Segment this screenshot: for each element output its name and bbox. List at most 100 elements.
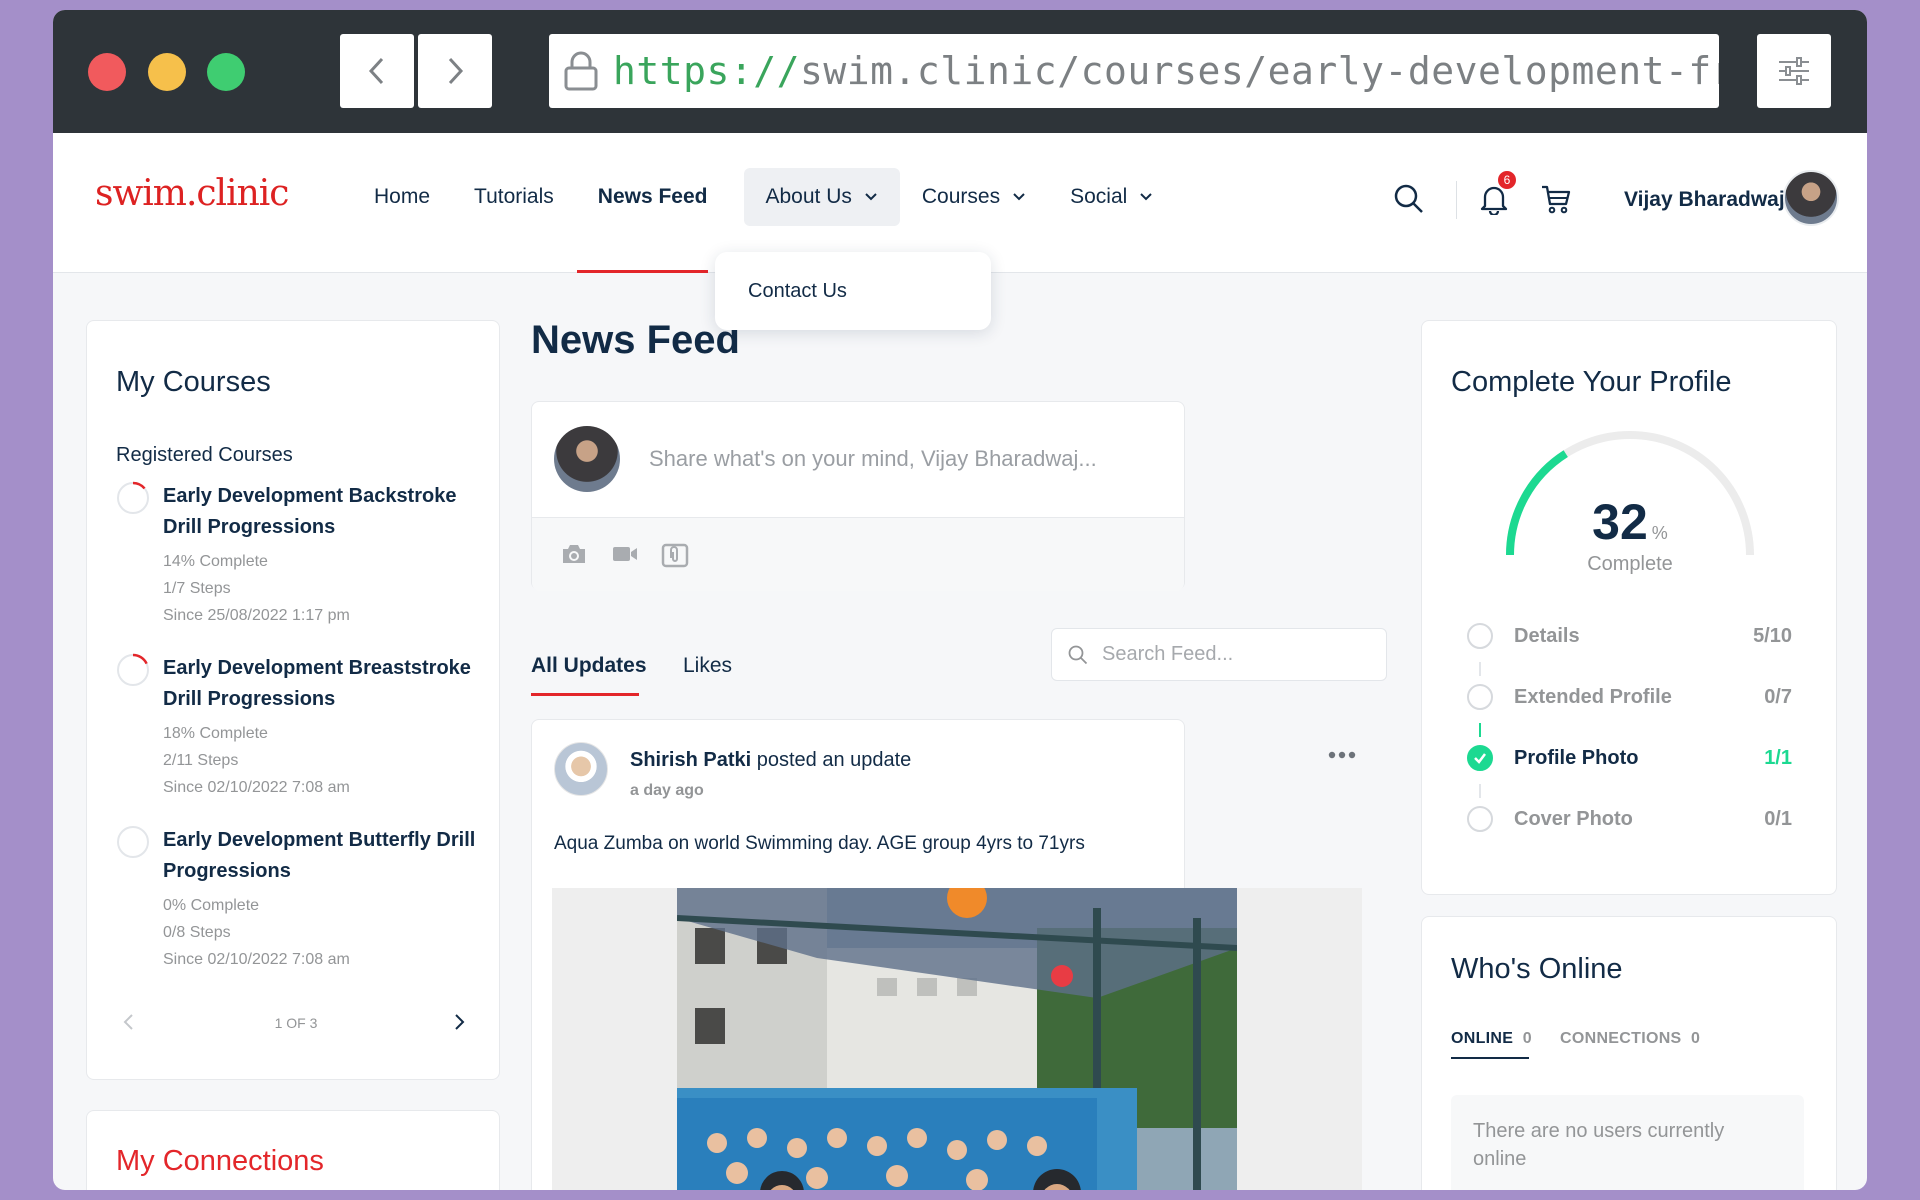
video-icon[interactable]: [611, 542, 639, 571]
course-percent: 0% Complete: [163, 897, 260, 914]
complete-profile-title: Complete Your Profile: [1451, 366, 1732, 398]
tab-all-updates[interactable]: All Updates: [531, 654, 647, 678]
nav-about-us[interactable]: About Us: [743, 168, 900, 226]
step-label: Details: [1514, 625, 1580, 647]
cart-icon: [1542, 185, 1571, 214]
step-status-icon: [1467, 684, 1493, 710]
tab-connections-count: 0: [1691, 1030, 1701, 1047]
attachment-icon[interactable]: [661, 542, 689, 573]
step-status-icon: [1467, 623, 1493, 649]
tab-online[interactable]: ONLINE 0: [1451, 1030, 1532, 1048]
user-avatar[interactable]: [1783, 170, 1839, 226]
profile-percent-value: 32: [1592, 494, 1648, 550]
sliders-icon: [1779, 57, 1809, 85]
nav-tutorials[interactable]: Tutorials: [452, 168, 576, 226]
chevron-down-icon: [1013, 193, 1025, 201]
profile-complete-label: Complete: [1587, 553, 1673, 575]
course-name[interactable]: Early Development Butterfly Drill Progre…: [163, 825, 483, 887]
cart-button[interactable]: [1539, 182, 1573, 216]
post-composer: Share what's on your mind, Vijay Bharadw…: [531, 401, 1185, 591]
whos-online-card: Who's Online ONLINE 0 CONNECTIONS 0 Ther…: [1421, 916, 1837, 1190]
course-since: Since 25/08/2022 1:17 pm: [163, 607, 350, 624]
step-label: Cover Photo: [1514, 808, 1633, 830]
dropdown-contact-us[interactable]: Contact Us: [748, 280, 847, 303]
post-time[interactable]: a day ago: [630, 782, 704, 800]
step-value: 1/1: [1764, 747, 1792, 769]
browser-toolbar: https://swim.clinic/courses/early-develo…: [53, 10, 1867, 133]
chevron-down-icon: [1140, 193, 1153, 201]
feed-search-input[interactable]: Search Feed...: [1051, 628, 1387, 681]
course-steps: 0/8 Steps: [163, 924, 231, 941]
address-bar[interactable]: https://swim.clinic/courses/early-develo…: [549, 34, 1719, 108]
activity-post: Shirish Patki posted an update a day ago…: [531, 719, 1362, 1190]
minimize-window-button[interactable]: [148, 53, 186, 91]
post-author[interactable]: Shirish Patki: [630, 749, 751, 771]
more-options-icon[interactable]: [1328, 750, 1356, 760]
notification-badge: 6: [1496, 169, 1518, 191]
chevron-down-icon: [865, 193, 877, 201]
step-connector: [1479, 723, 1481, 737]
nav-home[interactable]: Home: [352, 168, 452, 226]
back-button[interactable]: [340, 34, 414, 108]
composer-input[interactable]: Share what's on your mind, Vijay Bharadw…: [649, 446, 1097, 472]
post-photo[interactable]: [677, 888, 1237, 1190]
url-text: https://swim.clinic/courses/early-develo…: [613, 49, 1719, 93]
my-courses-card: My Courses Registered Courses Early Deve…: [86, 320, 500, 1080]
search-button[interactable]: [1393, 183, 1425, 215]
complete-profile-card: Complete Your Profile 32% Complete Detai…: [1421, 320, 1837, 895]
course-percent: 18% Complete: [163, 725, 268, 742]
composer-avatar: [554, 426, 620, 492]
step-value: 0/7: [1764, 686, 1792, 708]
chevron-right-icon[interactable]: [452, 1013, 466, 1031]
progress-ring-icon: [117, 826, 149, 858]
course-name[interactable]: Early Development Backstroke Drill Progr…: [163, 481, 483, 543]
step-status-icon: [1467, 806, 1493, 832]
nav-home-label: Home: [374, 185, 431, 208]
user-name[interactable]: Vijay Bharadwaj: [1624, 188, 1785, 212]
profile-step-extended[interactable]: Extended Profile 0/7: [1467, 682, 1792, 712]
nav-courses[interactable]: Courses: [900, 168, 1048, 226]
post-text: Aqua Zumba on world Swimming day. AGE gr…: [554, 833, 1085, 854]
camera-icon[interactable]: [560, 542, 588, 571]
pager-label: 1 OF 3: [274, 1015, 318, 1031]
post-author-avatar[interactable]: [554, 742, 608, 796]
maximize-window-button[interactable]: [207, 53, 245, 91]
chevron-right-icon: [448, 57, 464, 85]
forward-button[interactable]: [418, 34, 492, 108]
progress-ring-icon: [116, 481, 150, 515]
profile-step-cover[interactable]: Cover Photo 0/1: [1467, 804, 1792, 834]
search-icon: [1068, 645, 1088, 664]
course-since: Since 02/10/2022 7:08 am: [163, 951, 350, 968]
step-label: Extended Profile: [1514, 686, 1672, 708]
browser-settings-button[interactable]: [1757, 34, 1831, 108]
tab-likes[interactable]: Likes: [683, 654, 732, 678]
nav-news-feed[interactable]: News Feed: [576, 168, 730, 226]
course-steps: 2/11 Steps: [163, 752, 239, 769]
profile-percent-sign: %: [1651, 523, 1668, 543]
tab-online-count: 0: [1522, 1030, 1532, 1047]
course-steps: 1/7 Steps: [163, 580, 231, 597]
step-connector: [1479, 662, 1481, 676]
nav-courses-label: Courses: [921, 185, 1001, 208]
step-value: 0/1: [1764, 808, 1792, 830]
tab-connections[interactable]: CONNECTIONS 0: [1560, 1030, 1700, 1048]
step-connector: [1479, 784, 1481, 798]
check-icon: [1467, 745, 1493, 771]
step-label: Profile Photo: [1514, 747, 1639, 769]
header-divider: [1456, 181, 1457, 219]
profile-step-details[interactable]: Details 5/10: [1467, 621, 1792, 651]
tab-online-label: ONLINE: [1451, 1030, 1514, 1047]
close-window-button[interactable]: [88, 53, 126, 91]
nav-social[interactable]: Social: [1048, 168, 1175, 226]
profile-step-photo[interactable]: Profile Photo 1/1: [1467, 743, 1792, 773]
page-title: News Feed: [531, 318, 740, 362]
whos-online-title: Who's Online: [1451, 953, 1623, 985]
course-name[interactable]: Early Development Breaststroke Drill Pro…: [163, 653, 483, 715]
nav-social-label: Social: [1070, 185, 1128, 208]
site-logo[interactable]: swim.clinic: [95, 173, 289, 214]
post-header: Shirish Patki posted an update: [630, 749, 911, 772]
my-connections-title: My Connections: [116, 1145, 324, 1177]
course-percent: 14% Complete: [163, 553, 268, 570]
lock-icon: [563, 51, 599, 91]
my-connections-card: My Connections: [86, 1110, 500, 1190]
